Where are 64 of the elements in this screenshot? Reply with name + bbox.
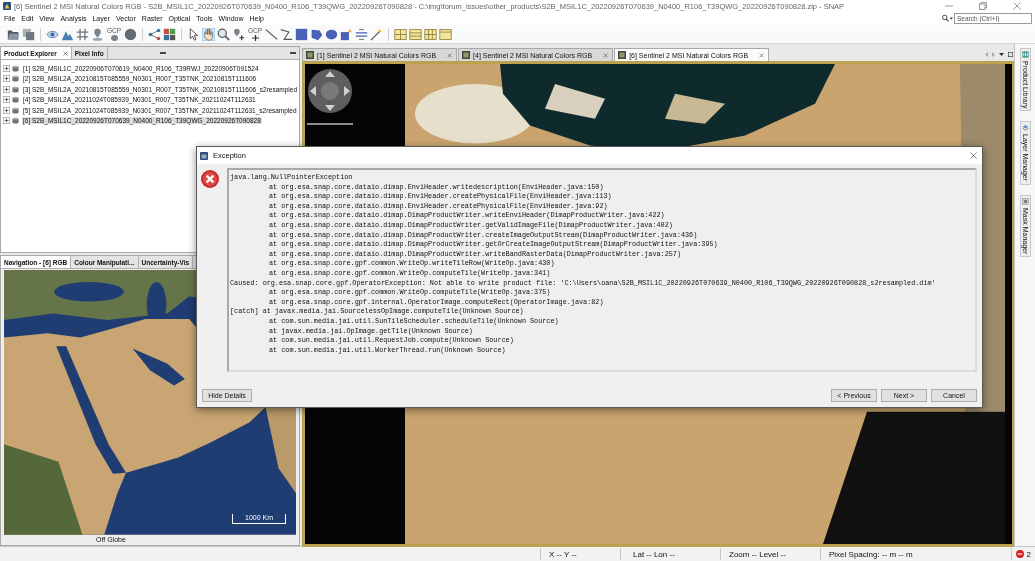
rectangle-icon[interactable] — [295, 27, 308, 41]
cylinder-icon — [12, 64, 19, 72]
status-text: Pixel Spacing: -- m -- m — [829, 549, 913, 559]
cylinder-icon — [12, 96, 19, 104]
cylinder-icon — [12, 85, 19, 93]
details-text-area[interactable] — [227, 168, 977, 372]
close-icon[interactable] — [1013, 2, 1021, 10]
close-icon[interactable] — [970, 152, 977, 159]
square-star-icon[interactable] — [340, 27, 353, 41]
layers-icon — [1021, 124, 1029, 132]
plus-icon — [251, 35, 259, 41]
cylinder-icon — [12, 106, 19, 114]
hand-icon[interactable] — [202, 27, 215, 41]
columns-icon — [1021, 51, 1029, 58]
image-icon — [462, 51, 471, 59]
cylinder-icon — [12, 75, 19, 83]
square-dot-icon — [1021, 197, 1029, 205]
tile-grid-icon[interactable] — [424, 27, 437, 41]
error-icon — [201, 170, 219, 188]
circle-icon[interactable] — [124, 27, 137, 41]
image-icon — [618, 51, 627, 59]
close-icon[interactable] — [62, 50, 68, 56]
tile-grid-icon[interactable] — [394, 27, 407, 41]
magnifier-icon[interactable] — [217, 27, 230, 41]
wand-icon[interactable] — [370, 27, 383, 41]
grid-icon[interactable] — [76, 27, 89, 41]
app-icon — [3, 2, 11, 10]
search-icon[interactable] — [942, 14, 953, 23]
maximize-icon[interactable] — [1008, 52, 1013, 57]
expand-icon[interactable] — [3, 85, 10, 93]
close-icon[interactable] — [759, 52, 765, 58]
polygon-icon[interactable] — [310, 27, 323, 41]
close-icon[interactable] — [447, 52, 453, 58]
expand-icon[interactable] — [3, 106, 10, 114]
cursor-icon[interactable] — [187, 27, 200, 41]
line-icon[interactable] — [265, 27, 278, 41]
folder-icon[interactable] — [7, 27, 20, 41]
window-icon[interactable] — [439, 27, 452, 41]
ellipse-icon[interactable] — [325, 27, 338, 41]
minus-circle-icon[interactable] — [1015, 550, 1024, 558]
dropdown-icon[interactable] — [999, 53, 1004, 56]
status-text: Zoom -- Level -- — [729, 549, 786, 559]
lines-icon[interactable] — [355, 27, 368, 41]
checkered-icon[interactable] — [163, 27, 176, 41]
expand-icon[interactable] — [3, 75, 10, 83]
close-icon[interactable] — [603, 52, 609, 58]
expand-icon[interactable] — [3, 64, 10, 72]
restore-icon[interactable] — [979, 2, 987, 10]
pin-icon[interactable] — [91, 27, 104, 41]
layers-icon[interactable] — [22, 27, 35, 41]
window-icon — [200, 151, 208, 160]
notification-count: 2 — [1026, 549, 1031, 559]
status-text: Lat -- Lon -- — [633, 549, 675, 559]
expand-icon[interactable] — [3, 96, 10, 104]
pin-plus-icon[interactable] — [232, 27, 245, 41]
expand-icon[interactable] — [3, 117, 10, 125]
tile-rows-icon[interactable] — [409, 27, 422, 41]
polyline-icon[interactable] — [280, 27, 293, 41]
cylinder-icon — [12, 117, 19, 125]
minimize-icon[interactable] — [159, 52, 166, 54]
status-text: X -- Y -- — [549, 549, 577, 559]
nodes-icon[interactable] — [148, 27, 161, 41]
image-icon — [306, 51, 314, 59]
ellipse-icon — [110, 35, 118, 41]
